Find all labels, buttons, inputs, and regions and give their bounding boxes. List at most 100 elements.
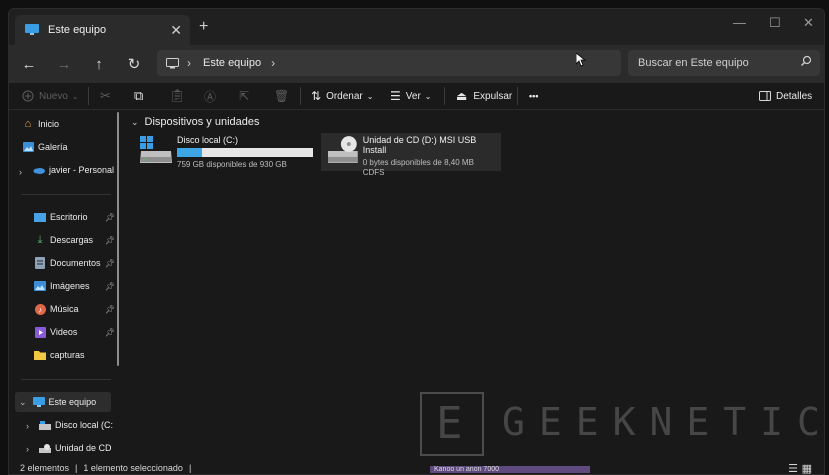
view-label: Ver: [405, 90, 421, 102]
sidebar-item-este-equipo[interactable]: ⌄ Este equipo: [15, 392, 111, 412]
pin-icon[interactable]: 📌︎: [105, 328, 115, 337]
sidebar-item-label: Unidad de CD: [55, 443, 112, 453]
drive-icon: [140, 136, 172, 163]
navigation-bar: ← → ↑ ↻ › Este equipo › Buscar en Este e…: [9, 45, 824, 83]
up-button[interactable]: ↑: [89, 54, 109, 74]
sidebar-item-descargas[interactable]: ⤓ Descargas 📌︎: [34, 230, 119, 250]
sidebar-item-onedrive[interactable]: javier - Personal: [33, 160, 119, 180]
expand-chevron-icon[interactable]: ›: [19, 167, 22, 177]
sidebar-item-disco-local[interactable]: Disco local (C:: [39, 415, 119, 435]
chevron-down-icon: ⌄: [71, 91, 79, 101]
drive-name: Disco local (C:): [177, 135, 239, 145]
music-icon: ♪: [34, 303, 46, 315]
tab-strip: Este equipo ✕ + — ☐ ✕: [9, 9, 824, 45]
search-input[interactable]: Buscar en Este equipo: [628, 50, 820, 76]
drive-usage-fill: [177, 148, 203, 157]
mouse-cursor-icon: [576, 53, 586, 67]
tab-este-equipo[interactable]: Este equipo ✕: [15, 15, 190, 45]
group-title: Dispositivos y unidades: [144, 116, 260, 128]
chevron-down-icon: ⌄: [424, 91, 432, 101]
sidebar-scrollbar[interactable]: [117, 112, 119, 366]
sidebar-divider: [21, 194, 111, 195]
new-label: Nuevo: [39, 90, 68, 102]
sidebar-item-label: Galería: [38, 142, 68, 152]
this-pc-icon: [25, 24, 39, 35]
sidebar-divider: [21, 379, 111, 380]
search-icon[interactable]: [800, 55, 812, 67]
minimize-button[interactable]: —: [733, 15, 746, 30]
sidebar-item-capturas[interactable]: capturas: [34, 345, 119, 365]
drive-free-space: 759 GB disponibles de 930 GB: [177, 160, 287, 169]
sidebar-item-label: Este equipo: [48, 397, 97, 407]
address-bar[interactable]: › Este equipo ›: [157, 50, 621, 76]
more-options-icon[interactable]: •••: [529, 86, 538, 106]
status-bar: 2 elementos | 1 elemento seleccionado | …: [9, 462, 824, 475]
new-button[interactable]: Nuevo ⌄: [22, 86, 79, 106]
pin-icon[interactable]: 📌︎: [105, 236, 115, 245]
pin-icon[interactable]: 📌︎: [105, 213, 115, 222]
status-separator: |: [75, 463, 78, 473]
watermark-logo: E GEEKNETIC: [420, 392, 820, 462]
sidebar-item-inicio[interactable]: ⌂ Inicio: [22, 114, 132, 134]
rename-icon[interactable]: Ⓐ: [204, 86, 216, 106]
paste-icon[interactable]: 📋︎: [169, 86, 186, 106]
refresh-button[interactable]: ↻: [124, 54, 144, 74]
sidebar-item-unidad-cd[interactable]: Unidad de CD: [39, 438, 119, 458]
svg-text:♪: ♪: [38, 305, 42, 314]
drive-tile-d[interactable]: Unidad de CD (D:) MSI USB Install 0 byte…: [321, 133, 501, 177]
bottom-overlay: Kanoo un anon 7000: [430, 466, 590, 473]
pin-icon[interactable]: 📌︎: [105, 282, 115, 291]
forward-button[interactable]: →: [54, 54, 74, 74]
expand-chevron-icon[interactable]: ›: [26, 421, 29, 431]
search-placeholder: Buscar en Este equipo: [638, 57, 749, 69]
collapse-chevron-icon[interactable]: ⌄: [19, 397, 27, 408]
sidebar-item-label: Escritorio: [50, 212, 88, 222]
pin-icon[interactable]: 📌︎: [105, 305, 115, 314]
sidebar-item-label: javier - Personal: [49, 165, 115, 175]
chevron-down-icon[interactable]: ⌄: [131, 117, 139, 128]
back-button[interactable]: ←: [19, 54, 39, 74]
tab-title: Este equipo: [48, 24, 107, 36]
desktop-icon: [34, 211, 46, 223]
cd-drive-icon: [39, 442, 51, 454]
pictures-icon: [34, 280, 46, 292]
sort-label: Ordenar: [326, 90, 363, 102]
close-window-button[interactable]: ✕: [803, 15, 814, 31]
watermark-box: E: [420, 392, 484, 456]
chevron-right-icon[interactable]: ›: [271, 56, 275, 70]
new-tab-button[interactable]: +: [199, 18, 208, 36]
group-header[interactable]: ⌄ Dispositivos y unidades: [131, 116, 260, 128]
pin-icon[interactable]: 📌︎: [105, 259, 115, 268]
details-button[interactable]: Detalles: [759, 86, 812, 106]
navigation-pane: ⌂ Inicio Galería › javier - Personal Esc…: [9, 109, 119, 462]
copy-icon[interactable]: ⧉: [134, 86, 143, 106]
status-selection: 1 elemento seleccionado: [83, 463, 183, 473]
separator: [444, 87, 445, 105]
this-pc-icon: [32, 396, 45, 408]
sidebar-item-imagenes[interactable]: Imágenes 📌︎: [34, 276, 119, 296]
sidebar-item-label: Música: [50, 304, 79, 314]
sidebar-item-videos[interactable]: Videos 📌︎: [34, 322, 119, 342]
sidebar-item-escritorio[interactable]: Escritorio 📌︎: [34, 207, 119, 227]
share-icon[interactable]: ⇱: [239, 86, 249, 106]
cut-icon[interactable]: ✂: [100, 86, 111, 106]
view-button[interactable]: ☰ Ver ⌄: [390, 86, 431, 106]
drive-filesystem: CDFS: [362, 168, 385, 177]
sidebar-item-musica[interactable]: ♪ Música 📌︎: [34, 299, 119, 319]
sidebar-item-documentos[interactable]: Documentos 📌︎: [34, 253, 119, 273]
drive-tile-c[interactable]: Disco local (C:) 759 GB disponibles de 9…: [139, 135, 319, 173]
eject-button[interactable]: ⏏ Expulsar: [456, 86, 512, 106]
view-icon: ☰: [390, 89, 401, 103]
sidebar-item-galeria[interactable]: Galería: [22, 137, 132, 157]
sort-button[interactable]: ⇅ Ordenar ⌄: [311, 86, 373, 106]
delete-icon[interactable]: 🗑︎: [274, 86, 289, 106]
breadcrumb-este-equipo[interactable]: Este equipo: [203, 57, 261, 69]
sidebar-item-label: Imágenes: [50, 281, 90, 291]
maximize-button[interactable]: ☐: [769, 15, 781, 31]
tab-close-icon[interactable]: ✕: [170, 22, 182, 39]
monitor-icon: [166, 57, 179, 68]
onedrive-icon: [33, 164, 45, 176]
chevron-right-icon[interactable]: ›: [187, 56, 191, 70]
expand-chevron-icon[interactable]: ›: [26, 444, 29, 454]
eject-icon: ⏏: [456, 89, 468, 103]
